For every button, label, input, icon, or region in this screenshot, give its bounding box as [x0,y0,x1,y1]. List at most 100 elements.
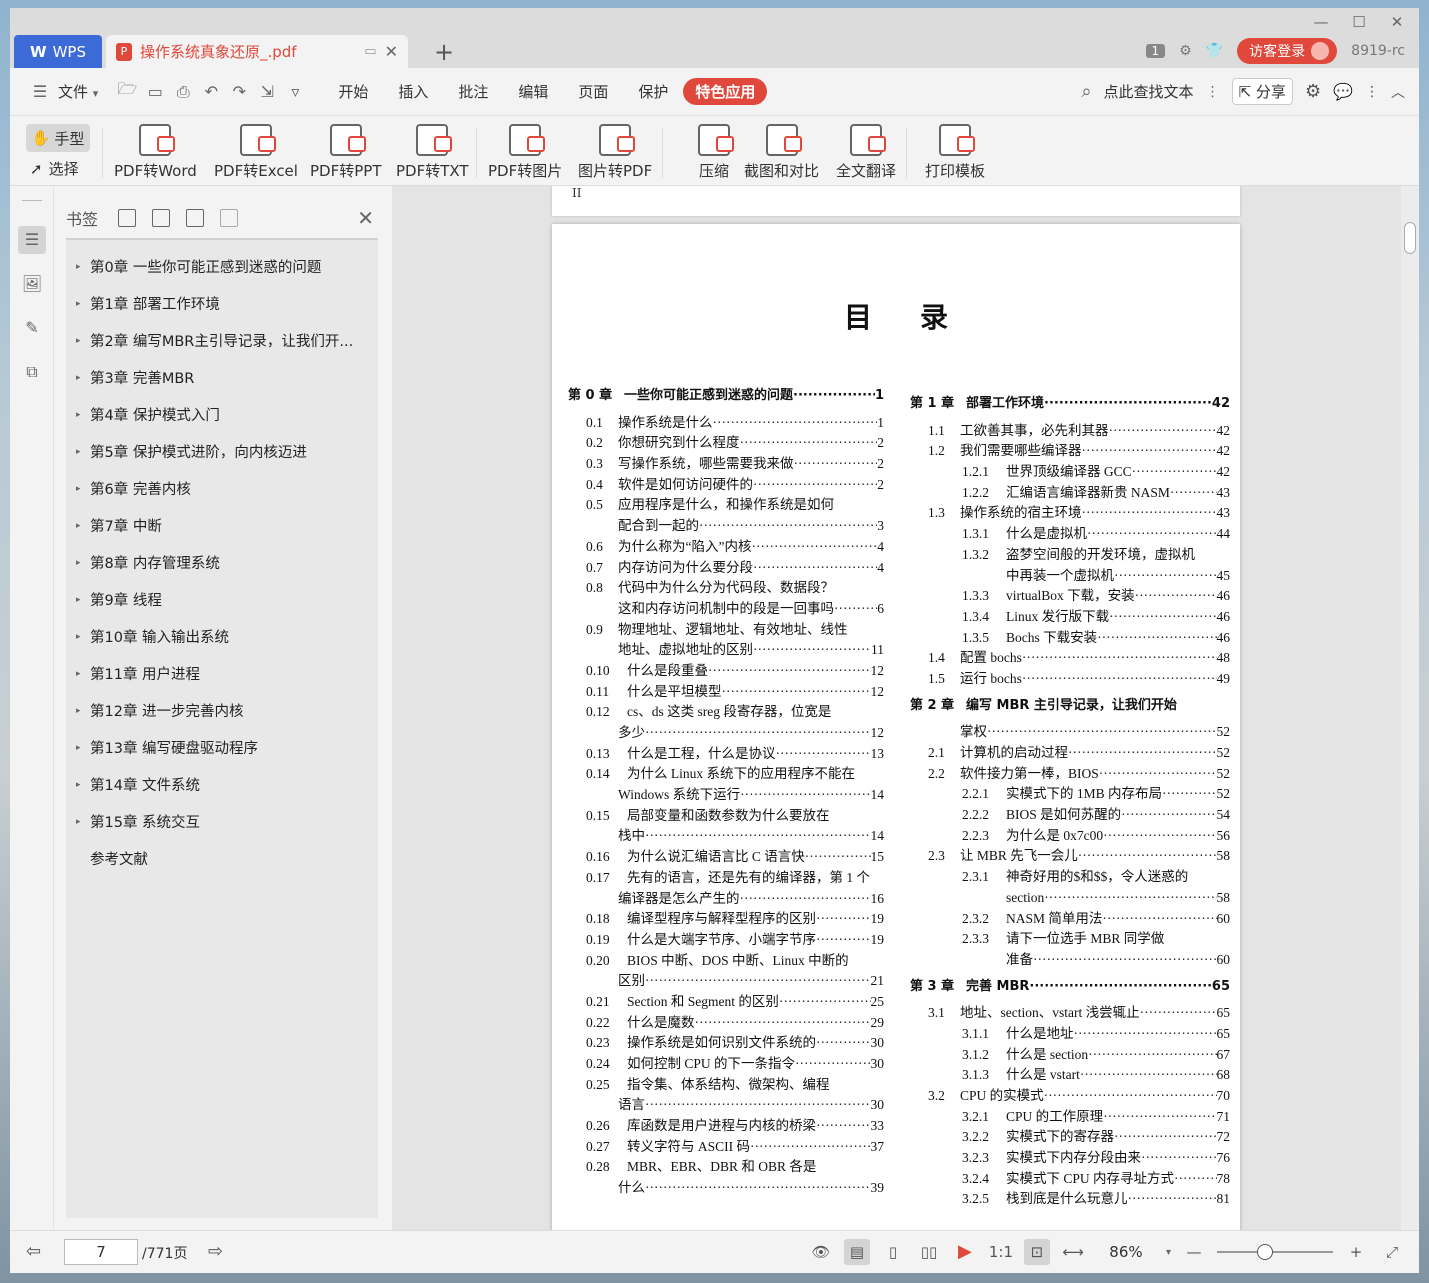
add-bookmark-icon[interactable] [186,209,205,227]
toc-entry[interactable]: 第 3 章完善 MBR 65 [910,977,1230,998]
menu-page[interactable]: 页面 [563,81,623,102]
pdf-to-word-button[interactable]: PDF转Word [114,124,197,181]
toc-entry[interactable]: 3.2.4 实模式下 CPU 内存寻址方式 78 [910,1169,1230,1190]
file-menu[interactable]: 文件 ▾ [54,81,113,102]
expand-arrow-icon[interactable]: ▸ [76,595,90,605]
toc-entry[interactable]: 这和内存访问机制中的段是一回事吗 6 [568,599,884,620]
scrollbar-thumb[interactable] [1404,222,1416,254]
toc-entry[interactable]: 3.1.1 什么是地址 65 [910,1024,1230,1045]
toc-entry[interactable]: 0.6 为什么称为“陷入”内核 4 [568,537,884,558]
toc-entry[interactable]: 0.20 BIOS 中断、DOS 中断、Linux 中断的 [568,951,884,972]
bookmark-item[interactable]: ▸ 第11章 用户进程 [66,655,378,692]
screen-icon[interactable]: ▭ [364,44,376,59]
toc-entry[interactable]: 0.13 什么是工程，什么是协议 13 [568,744,884,765]
bookmark-panel-icon[interactable]: ☰ [18,226,46,254]
find-text-button[interactable]: 点此查找文本 [1104,81,1194,102]
minimize-icon[interactable]: — [1311,12,1331,32]
toc-entry[interactable]: 3.2.5 栈到底是什么玩意儿 81 [910,1189,1230,1210]
eye-protection-icon[interactable]: 👁 [808,1239,834,1265]
play-slideshow-icon[interactable]: ▶ [952,1239,978,1265]
menu-edit[interactable]: 编辑 [503,81,563,102]
bookmark-item[interactable]: 参考文献 [66,840,378,877]
toc-entry[interactable]: 0.12 cs、ds 这类 sreg 段寄存器，位宽是 [568,702,884,723]
toc-entry[interactable]: 0.27 转义字符与 ASCII 码 37 [568,1137,884,1158]
toc-entry[interactable]: 1.3 操作系统的宿主环境 43 [910,503,1230,524]
toc-entry[interactable]: 3.2.1 CPU 的工作原理 71 [910,1107,1230,1128]
toc-entry[interactable]: 1.4 配置 bochs 48 [910,648,1230,669]
toc-entry[interactable]: 2.2.2 BIOS 是如何苏醒的 54 [910,805,1230,826]
bookmark-item[interactable]: ▸ 第10章 输入输出系统 [66,618,378,655]
expand-arrow-icon[interactable]: ▸ [76,447,90,457]
toc-entry[interactable]: 准备 60 [910,950,1230,971]
zoom-out-icon[interactable]: — [1181,1239,1207,1265]
toc-entry[interactable]: 0.22 什么是魔数 29 [568,1013,884,1034]
settings-icon[interactable]: ⚙ [1305,81,1321,102]
zoom-in-icon[interactable]: + [1343,1239,1369,1265]
close-panel-icon[interactable]: ✕ [357,206,374,230]
toc-entry[interactable]: 1.3.1 什么是虚拟机 44 [910,524,1230,545]
toc-entry[interactable]: 0.2 你想研究到什么程度 2 [568,433,884,454]
pdf-to-excel-button[interactable]: PDF转Excel [214,124,298,181]
bookmark-item[interactable]: ▸ 第13章 编写硬盘驱动程序 [66,729,378,766]
toc-entry[interactable]: 0.16 为什么说汇编语言比 C 语言快 15 [568,847,884,868]
toc-entry[interactable]: 1.5 运行 bochs 49 [910,669,1230,690]
share-button[interactable]: ⇱ 分享 [1231,78,1293,105]
toc-entry[interactable]: 中再装一个虚拟机 45 [910,566,1230,587]
bookmark-item[interactable]: ▸ 第0章 一些你可能正感到迷惑的问题 [66,248,378,285]
toc-entry[interactable]: 0.14 为什么 Linux 系统下的应用程序不能在 [568,764,884,785]
zoom-slider[interactable] [1217,1244,1333,1260]
toc-entry[interactable]: 2.2.1 实模式下的 1MB 内存布局 52 [910,784,1230,805]
expand-arrow-icon[interactable]: ▸ [76,521,90,531]
attachment-icon[interactable]: ⧉ [18,358,46,386]
document-tab[interactable]: P 操作系统真象还原_.pdf ▭ ✕ [106,35,408,68]
page-number-input[interactable]: 7 [64,1239,138,1265]
settings-gear-icon[interactable]: ⚙ [1179,43,1192,59]
toc-entry[interactable]: 多少 12 [568,723,884,744]
export-icon[interactable]: ⇲ [253,82,281,101]
toc-entry[interactable]: 0.18 编译型程序与解释型程序的区别 19 [568,909,884,930]
toc-entry[interactable]: 2.3.3 请下一位选手 MBR 同学做 [910,929,1230,950]
select-tool-button[interactable]: ➚ 选择 [30,158,79,179]
expand-arrow-icon[interactable]: ▸ [76,373,90,383]
toc-entry[interactable]: 2.3 让 MBR 先飞一会儿 58 [910,846,1230,867]
search-icon[interactable]: ⌕ [1081,81,1091,102]
bookmark-item[interactable]: ▸ 第7章 中断 [66,507,378,544]
window-count-badge[interactable]: 1 [1145,44,1166,58]
save-icon[interactable]: ▭ [141,82,169,101]
toc-entry[interactable]: 3.1.2 什么是 section 67 [910,1045,1230,1066]
dual-page-icon[interactable]: ▯▯ [916,1239,942,1265]
screenshot-compare-button[interactable]: 截图和对比 [744,124,819,181]
toc-entry[interactable]: 0.10 什么是段重叠 12 [568,661,884,682]
expand-all-icon[interactable] [118,209,137,227]
pdf-to-txt-button[interactable]: PDF转TXT [396,124,469,181]
compress-button[interactable]: 压缩 [698,124,734,181]
toc-entry[interactable]: 2.3.2 NASM 简单用法 60 [910,909,1230,930]
bookmark-item[interactable]: ▸ 第8章 内存管理系统 [66,544,378,581]
zoom-slider-knob[interactable] [1257,1244,1273,1260]
collapse-all-icon[interactable] [152,209,171,227]
toc-entry[interactable]: 3.2.3 实模式下内存分段由来 76 [910,1148,1230,1169]
toc-entry[interactable]: 1.2 我们需要哪些编译器 42 [910,441,1230,462]
open-folder-icon[interactable]: 🗁 [113,78,141,105]
fullscreen-icon[interactable]: ⤢ [1379,1239,1405,1265]
expand-arrow-icon[interactable]: ▸ [76,817,90,827]
toc-entry[interactable]: 3.2 CPU 的实模式 70 [910,1086,1230,1107]
toc-entry[interactable]: 栈中 14 [568,826,884,847]
bookmark-item[interactable]: ▸ 第12章 进一步完善内核 [66,692,378,729]
bookmark-item[interactable]: ▸ 第6章 完善内核 [66,470,378,507]
undo-icon[interactable]: ↶ [197,82,225,101]
toc-entry[interactable]: 0.9 物理地址、逻辑地址、有效地址、线性 [568,620,884,641]
toc-entry[interactable]: Windows 系统下运行 14 [568,785,884,806]
bookmark-item[interactable]: ▸ 第1章 部署工作环境 [66,285,378,322]
expand-arrow-icon[interactable]: ▸ [76,484,90,494]
print-icon[interactable]: ⎙ [169,82,197,102]
menu-insert[interactable]: 插入 [383,81,443,102]
toc-entry[interactable]: 0.3 写操作系统，哪些需要我来做 2 [568,454,884,475]
pdf-to-image-button[interactable]: PDF转图片 [488,124,562,181]
guest-login-button[interactable]: 访客登录 [1237,38,1338,64]
bookmark-item[interactable]: ▸ 第5章 保护模式进阶，向内核迈进 [66,433,378,470]
expand-arrow-icon[interactable]: ▸ [76,558,90,568]
toc-entry[interactable]: 0.21 Section 和 Segment 的区别 25 [568,992,884,1013]
toc-entry[interactable]: 2.2 软件接力第一棒，BIOS 52 [910,764,1230,785]
menu-annotate[interactable]: 批注 [443,81,503,102]
